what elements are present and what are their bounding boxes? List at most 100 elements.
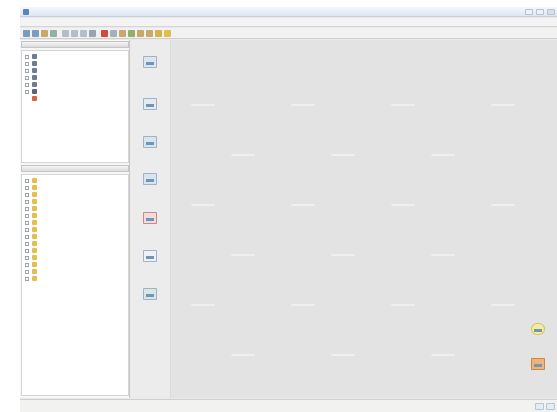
expand-icon[interactable] — [25, 90, 29, 94]
tree-top-item[interactable] — [22, 75, 128, 81]
watermark — [231, 154, 255, 156]
tree-bottom-item[interactable] — [22, 241, 128, 247]
expand-icon[interactable] — [25, 221, 29, 225]
star-icon[interactable] — [164, 30, 171, 37]
maximize-button[interactable] — [536, 9, 544, 15]
refresh-icon[interactable] — [50, 30, 57, 37]
expand-icon[interactable] — [25, 270, 29, 274]
expand-icon[interactable] — [25, 214, 29, 218]
chart-window-icon — [143, 136, 157, 148]
back-icon[interactable] — [23, 30, 30, 37]
status-right-icon[interactable] — [546, 403, 555, 410]
copy-icon[interactable] — [71, 30, 78, 37]
tree-bottom-item[interactable] — [22, 178, 128, 184]
desktop-shortcut[interactable] — [133, 173, 169, 207]
tree-top-item[interactable] — [22, 89, 128, 95]
delete-icon[interactable] — [89, 30, 96, 37]
expand-icon[interactable] — [25, 83, 29, 87]
close-button[interactable] — [547, 9, 555, 15]
status-left-icon[interactable] — [535, 403, 544, 410]
left-navigation-pane — [20, 40, 130, 398]
watermark — [431, 354, 455, 356]
tree-bottom — [21, 174, 129, 396]
expand-icon[interactable] — [25, 193, 29, 197]
tree-bottom-item[interactable] — [22, 227, 128, 233]
desktop-shortcut[interactable] — [133, 98, 169, 128]
expand-icon[interactable] — [25, 76, 29, 80]
expand-icon[interactable] — [25, 69, 29, 73]
tree-top-item[interactable] — [22, 68, 128, 74]
expand-icon[interactable] — [25, 235, 29, 239]
expand-icon[interactable] — [25, 263, 29, 267]
expand-icon[interactable] — [25, 242, 29, 246]
expand-icon[interactable] — [25, 179, 29, 183]
watermark — [491, 104, 515, 106]
tree-top-item[interactable] — [22, 96, 128, 102]
tree-bottom-item[interactable] — [22, 255, 128, 261]
watermark — [491, 304, 515, 306]
tree-top-item[interactable] — [22, 82, 128, 88]
expand-icon[interactable] — [25, 256, 29, 260]
tree-bottom-item[interactable] — [22, 248, 128, 254]
print-icon[interactable] — [146, 30, 153, 37]
open-icon[interactable] — [128, 30, 135, 37]
desktop-shortcut[interactable] — [133, 56, 169, 86]
expand-icon[interactable] — [25, 277, 29, 281]
database-icon — [32, 54, 37, 59]
forward-icon[interactable] — [32, 30, 39, 37]
tree-top-item[interactable] — [22, 54, 128, 60]
expand-icon[interactable] — [25, 186, 29, 190]
desktop-shortcut[interactable] — [133, 136, 169, 170]
cut-icon[interactable] — [62, 30, 69, 37]
tree-bottom-item[interactable] — [22, 269, 128, 275]
minimize-button[interactable] — [525, 9, 533, 15]
watermark — [331, 154, 355, 156]
desktop-shortcut[interactable] — [133, 288, 169, 322]
save-icon[interactable] — [137, 30, 144, 37]
desktop-shortcut[interactable] — [521, 358, 557, 388]
folder-icon — [32, 262, 37, 267]
tree-bottom-item[interactable] — [22, 276, 128, 282]
orange-document-icon — [531, 358, 545, 370]
tree-bottom-item[interactable] — [22, 199, 128, 205]
tree-bottom-item[interactable] — [22, 206, 128, 212]
expand-icon[interactable] — [25, 207, 29, 211]
desktop-shortcut[interactable] — [133, 250, 169, 284]
folder-icon — [32, 227, 37, 232]
expand-icon[interactable] — [25, 55, 29, 59]
dot-icon[interactable] — [110, 30, 117, 37]
tree-top-item[interactable] — [22, 61, 128, 67]
tree-bottom-header[interactable] — [21, 165, 129, 172]
folder-icon — [32, 234, 37, 239]
tree-bottom-item[interactable] — [22, 220, 128, 226]
toolbar — [20, 28, 557, 39]
folder-icon — [32, 199, 37, 204]
watermark — [431, 254, 455, 256]
desktop-area — [131, 40, 557, 398]
expand-icon[interactable] — [25, 228, 29, 232]
watermark — [191, 104, 215, 106]
tree-bottom-item[interactable] — [22, 192, 128, 198]
watermark — [191, 304, 215, 306]
watermark — [391, 304, 415, 306]
tree-bottom-item[interactable] — [22, 185, 128, 191]
folder-icon — [32, 192, 37, 197]
expand-icon[interactable] — [25, 62, 29, 66]
expand-icon[interactable] — [25, 249, 29, 253]
find-icon[interactable] — [119, 30, 126, 37]
desktop-shortcut[interactable] — [521, 323, 557, 353]
record-icon[interactable] — [101, 30, 108, 37]
app-logo-icon — [23, 9, 29, 15]
paste-icon[interactable] — [80, 30, 87, 37]
stop-icon[interactable] — [41, 30, 48, 37]
dashboard-icon — [32, 96, 37, 101]
tree-bottom-item[interactable] — [22, 234, 128, 240]
folder-icon — [32, 206, 37, 211]
tree-bottom-item[interactable] — [22, 213, 128, 219]
tree-top-header[interactable] — [21, 41, 129, 48]
tree-top — [21, 50, 129, 163]
help-icon[interactable] — [155, 30, 162, 37]
expand-icon[interactable] — [25, 200, 29, 204]
desktop-shortcut[interactable] — [133, 212, 169, 242]
tree-bottom-item[interactable] — [22, 262, 128, 268]
